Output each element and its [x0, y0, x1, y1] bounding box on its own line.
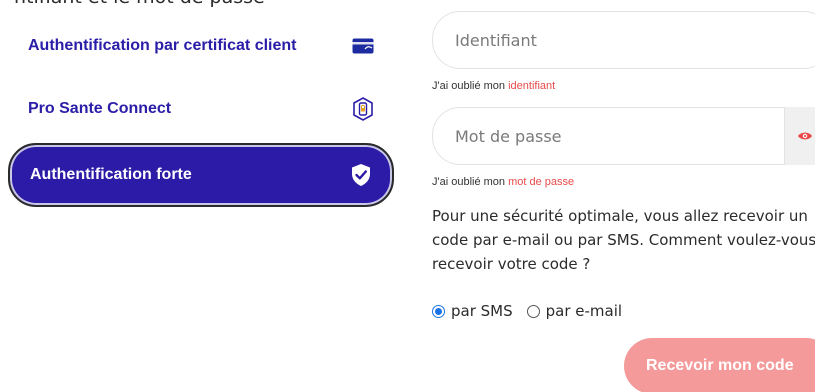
email-radio[interactable] — [526, 304, 540, 318]
toggle-password-button[interactable] — [784, 107, 815, 165]
auth-methods-list: Authentification par certificat client P… — [0, 0, 400, 392]
password-input[interactable] — [455, 126, 755, 146]
method-pro-sante-connect[interactable]: Pro Sante Connect — [8, 78, 394, 140]
choice-email[interactable]: par e-mail — [526, 302, 623, 320]
forgot-prefix: J'ai oublié mon — [432, 176, 509, 188]
identifier-field[interactable] — [432, 11, 815, 69]
method-label: Authentification forte — [30, 166, 192, 183]
password-field[interactable] — [432, 107, 815, 165]
method-label: Pro Sante Connect — [28, 100, 172, 117]
identifier-input[interactable] — [455, 30, 755, 50]
shield-check-icon — [348, 162, 374, 188]
eye-icon — [797, 127, 813, 146]
security-info-text: Pour une sécurité optimale, vous allez r… — [432, 207, 815, 273]
method-strong-auth[interactable]: Authentification forte — [8, 143, 394, 207]
forgot-prefix: J'ai oublié mon — [432, 80, 509, 92]
receive-code-button[interactable]: Recevoir mon code — [624, 338, 815, 392]
method-client-certificate[interactable]: Authentification par certificat client — [8, 15, 394, 77]
method-label: Authentification par certificat client — [28, 37, 297, 54]
forgot-identifier-link[interactable]: identifiant — [508, 80, 555, 92]
choice-sms[interactable]: par SMS — [432, 302, 513, 320]
choice-sms-label: par SMS — [451, 302, 513, 320]
forgot-password: J'ai oublié mon mot de passe — [432, 176, 574, 188]
sms-radio[interactable] — [432, 304, 445, 318]
forgot-identifier: J'ai oublié mon identifiant — [432, 80, 555, 92]
choice-email-label: par e-mail — [545, 302, 623, 320]
code-delivery-options: par SMS par e-mail — [432, 302, 630, 320]
forgot-password-link[interactable]: mot de passe — [508, 176, 574, 188]
card-icon — [350, 33, 376, 59]
phone-lock-icon — [350, 96, 376, 122]
